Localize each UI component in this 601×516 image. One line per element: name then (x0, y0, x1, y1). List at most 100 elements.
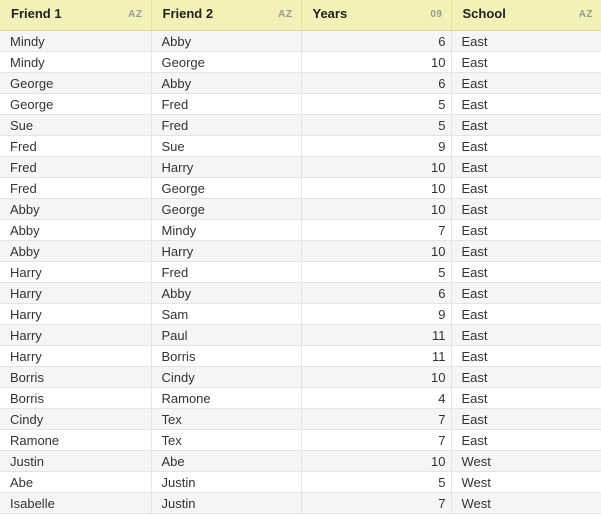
cell-friend-2[interactable]: Fred (151, 93, 302, 115)
cell-friend-1[interactable]: Ramone (0, 429, 152, 451)
table-row[interactable]: Abby Harry 10 East (0, 240, 601, 262)
cell-friend-2[interactable]: Mindy (151, 219, 302, 241)
cell-school[interactable]: East (451, 366, 601, 388)
cell-years[interactable]: 10 (301, 198, 452, 220)
cell-friend-1[interactable]: Harry (0, 324, 152, 346)
cell-friend-1[interactable]: Harry (0, 303, 152, 325)
cell-school[interactable]: East (451, 156, 601, 178)
cell-school[interactable]: West (451, 492, 601, 514)
cell-friend-1[interactable]: Harry (0, 282, 152, 304)
cell-friend-2[interactable]: Abby (151, 30, 302, 52)
cell-years[interactable]: 10 (301, 366, 452, 388)
cell-years[interactable]: 6 (301, 72, 452, 94)
cell-friend-2[interactable]: Abby (151, 72, 302, 94)
cell-friend-1[interactable]: Harry (0, 345, 152, 367)
cell-friend-1[interactable]: Abby (0, 219, 152, 241)
cell-friend-2[interactable]: George (151, 177, 302, 199)
cell-friend-1[interactable]: Justin (0, 450, 152, 472)
cell-years[interactable]: 9 (301, 135, 452, 157)
cell-school[interactable]: West (451, 471, 601, 493)
cell-friend-2[interactable]: Ramone (151, 387, 302, 409)
cell-friend-2[interactable]: Tex (151, 408, 302, 430)
cell-friend-1[interactable]: Abby (0, 198, 152, 220)
table-row[interactable]: Justin Abe 10 West (0, 450, 601, 472)
cell-friend-2[interactable]: Sue (151, 135, 302, 157)
table-row[interactable]: Abby George 10 East (0, 198, 601, 220)
cell-years[interactable]: 6 (301, 282, 452, 304)
table-row[interactable]: George Abby 6 East (0, 72, 601, 94)
cell-school[interactable]: East (451, 72, 601, 94)
table-row[interactable]: Fred George 10 East (0, 177, 601, 199)
cell-years[interactable]: 7 (301, 408, 452, 430)
cell-friend-1[interactable]: Borris (0, 366, 152, 388)
column-header-school[interactable]: School AZ (451, 0, 601, 31)
cell-school[interactable]: East (451, 114, 601, 136)
cell-school[interactable]: East (451, 282, 601, 304)
cell-friend-1[interactable]: Abe (0, 471, 152, 493)
table-row[interactable]: Harry Borris 11 East (0, 345, 601, 367)
table-row[interactable]: Isabelle Justin 7 West (0, 492, 601, 514)
table-row[interactable]: Borris Ramone 4 East (0, 387, 601, 409)
table-row[interactable]: Harry Sam 9 East (0, 303, 601, 325)
table-row[interactable]: Abe Justin 5 West (0, 471, 601, 493)
cell-school[interactable]: East (451, 324, 601, 346)
cell-friend-2[interactable]: Fred (151, 114, 302, 136)
cell-school[interactable]: East (451, 303, 601, 325)
table-row[interactable]: George Fred 5 East (0, 93, 601, 115)
cell-years[interactable]: 10 (301, 51, 452, 73)
cell-friend-2[interactable]: Harry (151, 156, 302, 178)
table-row[interactable]: Harry Paul 11 East (0, 324, 601, 346)
cell-friend-1[interactable]: Fred (0, 156, 152, 178)
cell-school[interactable]: East (451, 219, 601, 241)
table-row[interactable]: Mindy Abby 6 East (0, 30, 601, 52)
cell-friend-2[interactable]: Abe (151, 450, 302, 472)
cell-friend-1[interactable]: Mindy (0, 30, 152, 52)
cell-years[interactable]: 6 (301, 30, 452, 52)
cell-years[interactable]: 10 (301, 156, 452, 178)
cell-friend-2[interactable]: George (151, 198, 302, 220)
table-row[interactable]: Harry Fred 5 East (0, 261, 601, 283)
cell-friend-2[interactable]: Fred (151, 261, 302, 283)
cell-friend-2[interactable]: Paul (151, 324, 302, 346)
cell-friend-1[interactable]: Borris (0, 387, 152, 409)
cell-school[interactable]: East (451, 30, 601, 52)
table-row[interactable]: Sue Fred 5 East (0, 114, 601, 136)
cell-years[interactable]: 11 (301, 345, 452, 367)
cell-years[interactable]: 5 (301, 471, 452, 493)
cell-friend-1[interactable]: Harry (0, 261, 152, 283)
cell-school[interactable]: East (451, 198, 601, 220)
table-row[interactable]: Cindy Tex 7 East (0, 408, 601, 430)
column-header-friend-1[interactable]: Friend 1 AZ (0, 0, 152, 31)
cell-friend-1[interactable]: Sue (0, 114, 152, 136)
cell-school[interactable]: East (451, 240, 601, 262)
cell-school[interactable]: East (451, 93, 601, 115)
cell-school[interactable]: East (451, 345, 601, 367)
cell-friend-2[interactable]: Cindy (151, 366, 302, 388)
cell-years[interactable]: 5 (301, 261, 452, 283)
table-row[interactable]: Borris Cindy 10 East (0, 366, 601, 388)
table-row[interactable]: Harry Abby 6 East (0, 282, 601, 304)
table-row[interactable]: Fred Sue 9 East (0, 135, 601, 157)
cell-friend-2[interactable]: Sam (151, 303, 302, 325)
cell-years[interactable]: 10 (301, 450, 452, 472)
cell-friend-1[interactable]: Cindy (0, 408, 152, 430)
cell-friend-2[interactable]: Borris (151, 345, 302, 367)
cell-school[interactable]: East (451, 261, 601, 283)
table-row[interactable]: Fred Harry 10 East (0, 156, 601, 178)
cell-years[interactable]: 7 (301, 429, 452, 451)
cell-school[interactable]: East (451, 387, 601, 409)
cell-friend-1[interactable]: George (0, 72, 152, 94)
cell-friend-2[interactable]: Harry (151, 240, 302, 262)
cell-years[interactable]: 10 (301, 177, 452, 199)
cell-years[interactable]: 5 (301, 93, 452, 115)
table-row[interactable]: Mindy George 10 East (0, 51, 601, 73)
cell-friend-1[interactable]: Mindy (0, 51, 152, 73)
cell-friend-1[interactable]: Isabelle (0, 492, 152, 514)
cell-friend-2[interactable]: Justin (151, 471, 302, 493)
cell-friend-1[interactable]: Fred (0, 135, 152, 157)
cell-school[interactable]: West (451, 450, 601, 472)
cell-friend-1[interactable]: Abby (0, 240, 152, 262)
cell-friend-1[interactable]: George (0, 93, 152, 115)
cell-years[interactable]: 10 (301, 240, 452, 262)
cell-years[interactable]: 5 (301, 114, 452, 136)
